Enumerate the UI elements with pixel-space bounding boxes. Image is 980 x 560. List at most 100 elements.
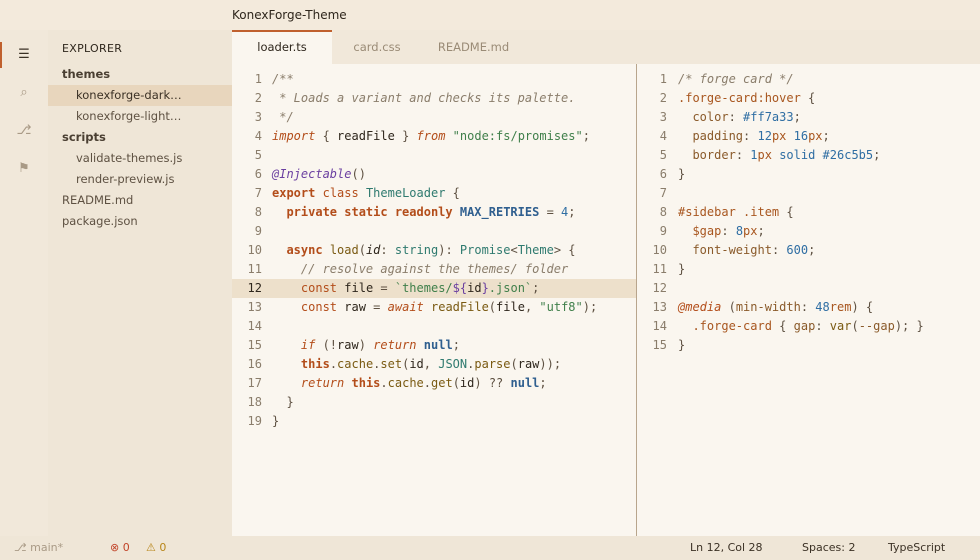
code-token: ); — [582, 300, 598, 314]
code-token: readFile — [431, 300, 489, 314]
code-token: ; — [757, 224, 765, 238]
code-token: ; — [568, 205, 576, 219]
code-line[interactable]: 6 @Injectable() — [232, 165, 636, 184]
code-line[interactable]: 3 color: #ff7a33; — [637, 108, 980, 127]
code-line[interactable]: 2 * Loads a variant and checks its palet… — [232, 89, 636, 108]
line-text: font-weight: 600; — [678, 241, 815, 260]
code-line[interactable]: 10 font-weight: 600; — [637, 241, 980, 260]
code-token: Promise — [459, 243, 511, 257]
code-line[interactable]: 15} — [637, 336, 980, 355]
code-token: id — [467, 281, 482, 295]
code-line[interactable]: 9 $gap: 8px; — [637, 222, 980, 241]
code-line[interactable]: 13 @media (min-width: 48rem) { — [637, 298, 980, 317]
editor-pane-left[interactable]: 1 /** 2 * Loads a variant and checks its p… — [232, 64, 636, 536]
code-line[interactable]: 14 — [232, 317, 636, 336]
code-token: /* forge card */ — [678, 72, 794, 86]
code-line[interactable]: 9 — [232, 222, 636, 241]
code-token: const — [300, 300, 338, 314]
tree-file-render-preview[interactable]: render-preview.js — [48, 169, 232, 190]
warning-count[interactable]: ⚠ 0 — [146, 536, 166, 560]
code-line[interactable]: 12 — [637, 279, 980, 298]
tab-readme-md[interactable]: README.md — [422, 30, 525, 64]
code-line[interactable]: 11} — [637, 260, 980, 279]
code-line[interactable]: 1 /* forge card */ — [637, 70, 980, 89]
tree-file-validate-themes[interactable]: validate-themes.js — [48, 148, 232, 169]
line-text: this.cache.set(id, JSON.parse(raw)); — [272, 355, 561, 374]
code-token: } — [678, 262, 686, 276]
code-token: } — [678, 338, 686, 352]
code-token: class — [322, 186, 359, 200]
code-line[interactable]: 7 export class ThemeLoader { — [232, 184, 636, 203]
code-line[interactable]: 2 .forge-card:hover { — [637, 89, 980, 108]
code-token: (! — [315, 338, 338, 352]
tree-file-package-json[interactable]: package.json — [48, 211, 232, 232]
code-line[interactable]: 8 #sidebar .item { — [637, 203, 980, 222]
tab-card-css[interactable]: card.css — [332, 30, 422, 64]
tree-file-konexforge-dark[interactable]: konexforge-dark… — [48, 85, 232, 106]
source-control-icon[interactable]: ⎇ — [0, 118, 48, 144]
code-token: ; — [539, 376, 547, 390]
code-line[interactable]: 4 padding: 12px 16px; — [637, 127, 980, 146]
line-number: 1 — [659, 72, 667, 86]
code-line[interactable]: 12 const file = `themes/${id}.json`; — [232, 279, 636, 298]
code-area-left[interactable]: 1 /** 2 * Loads a variant and checks its p… — [232, 70, 636, 431]
code-line[interactable]: 5 — [232, 146, 636, 165]
code-line[interactable]: 4 import { readFile } from "node:fs/promi… — [232, 127, 636, 146]
code-line[interactable]: 16 this.cache.set(id, JSON.parse(raw)); — [232, 355, 636, 374]
explorer-icon[interactable]: ☰ — [0, 42, 48, 68]
code-token: await — [387, 300, 424, 314]
line-text: const raw = await readFile(file, "utf8")… — [272, 298, 597, 317]
code-line[interactable]: 19} — [232, 412, 636, 431]
code-token: min-width — [735, 300, 801, 314]
code-line[interactable]: 8 private static readonly MAX_RETRIES = … — [232, 203, 636, 222]
code-token: 16 — [793, 129, 809, 143]
code-line[interactable]: 10 async load(id: string): Promise<Theme… — [232, 241, 636, 260]
indent-setting[interactable]: Spaces: 2 — [802, 536, 855, 560]
code-line[interactable]: 14 .forge-card { gap: var(--gap); } — [637, 317, 980, 336]
code-line[interactable]: 18 } — [232, 393, 636, 412]
git-branch[interactable]: ⎇ main* — [14, 536, 63, 560]
code-area-right[interactable]: 1 /* forge card */ 2 .forge-card:hover {3 c… — [637, 70, 980, 355]
code-line[interactable]: 7 — [637, 184, 980, 203]
line-text: */ — [272, 108, 293, 127]
line-text: export class ThemeLoader { — [272, 184, 460, 203]
line-text: import { readFile } from "node:fs/promis… — [272, 127, 590, 146]
flag-icon[interactable]: ⚑ — [0, 156, 48, 182]
code-token: id — [459, 376, 475, 390]
line-number: 12 — [652, 281, 667, 295]
code-token: JSON — [438, 357, 468, 371]
code-token: --gap — [858, 319, 895, 333]
line-text: color: #ff7a33; — [678, 108, 800, 127]
line-text: /* forge card */ — [678, 70, 794, 89]
tab-loader-ts[interactable]: loader.ts — [232, 30, 332, 64]
code-line[interactable]: 1 /** — [232, 70, 636, 89]
code-line[interactable]: 11 // resolve against the themes/ folder — [232, 260, 636, 279]
line-number: 14 — [652, 319, 667, 333]
cursor-position[interactable]: Ln 12, Col 28 — [690, 536, 763, 560]
code-line[interactable]: 15 if (!raw) return null; — [232, 336, 636, 355]
code-line[interactable]: 13 const raw = await readFile(file, "utf… — [232, 298, 636, 317]
code-line[interactable]: 6} — [637, 165, 980, 184]
code-token: `themes/ — [394, 281, 453, 295]
tree-file-konexforge-light[interactable]: konexforge-light… — [48, 106, 232, 127]
search-icon[interactable]: ⌕ — [0, 80, 48, 106]
code-line[interactable]: 3 */ — [232, 108, 636, 127]
editor-pane-right[interactable]: 1 /* forge card */ 2 .forge-card:hover {3 c… — [637, 64, 980, 536]
tree-folder-themes[interactable]: themes — [48, 64, 232, 85]
code-line[interactable]: 17 return this.cache.get(id) ?? null; — [232, 374, 636, 393]
language-mode[interactable]: TypeScript — [888, 536, 945, 560]
line-text: const file = `themes/${id}.json`; — [272, 279, 539, 298]
tree-folder-scripts[interactable]: scripts — [48, 127, 232, 148]
line-number: 8 — [254, 205, 262, 219]
line-text: @Injectable() — [272, 165, 366, 184]
tree-file-readme[interactable]: README.md — [48, 190, 232, 211]
error-count[interactable]: ⊗ 0 — [110, 536, 130, 560]
code-line[interactable]: 5 border: 1px solid #26c5b5; — [637, 146, 980, 165]
